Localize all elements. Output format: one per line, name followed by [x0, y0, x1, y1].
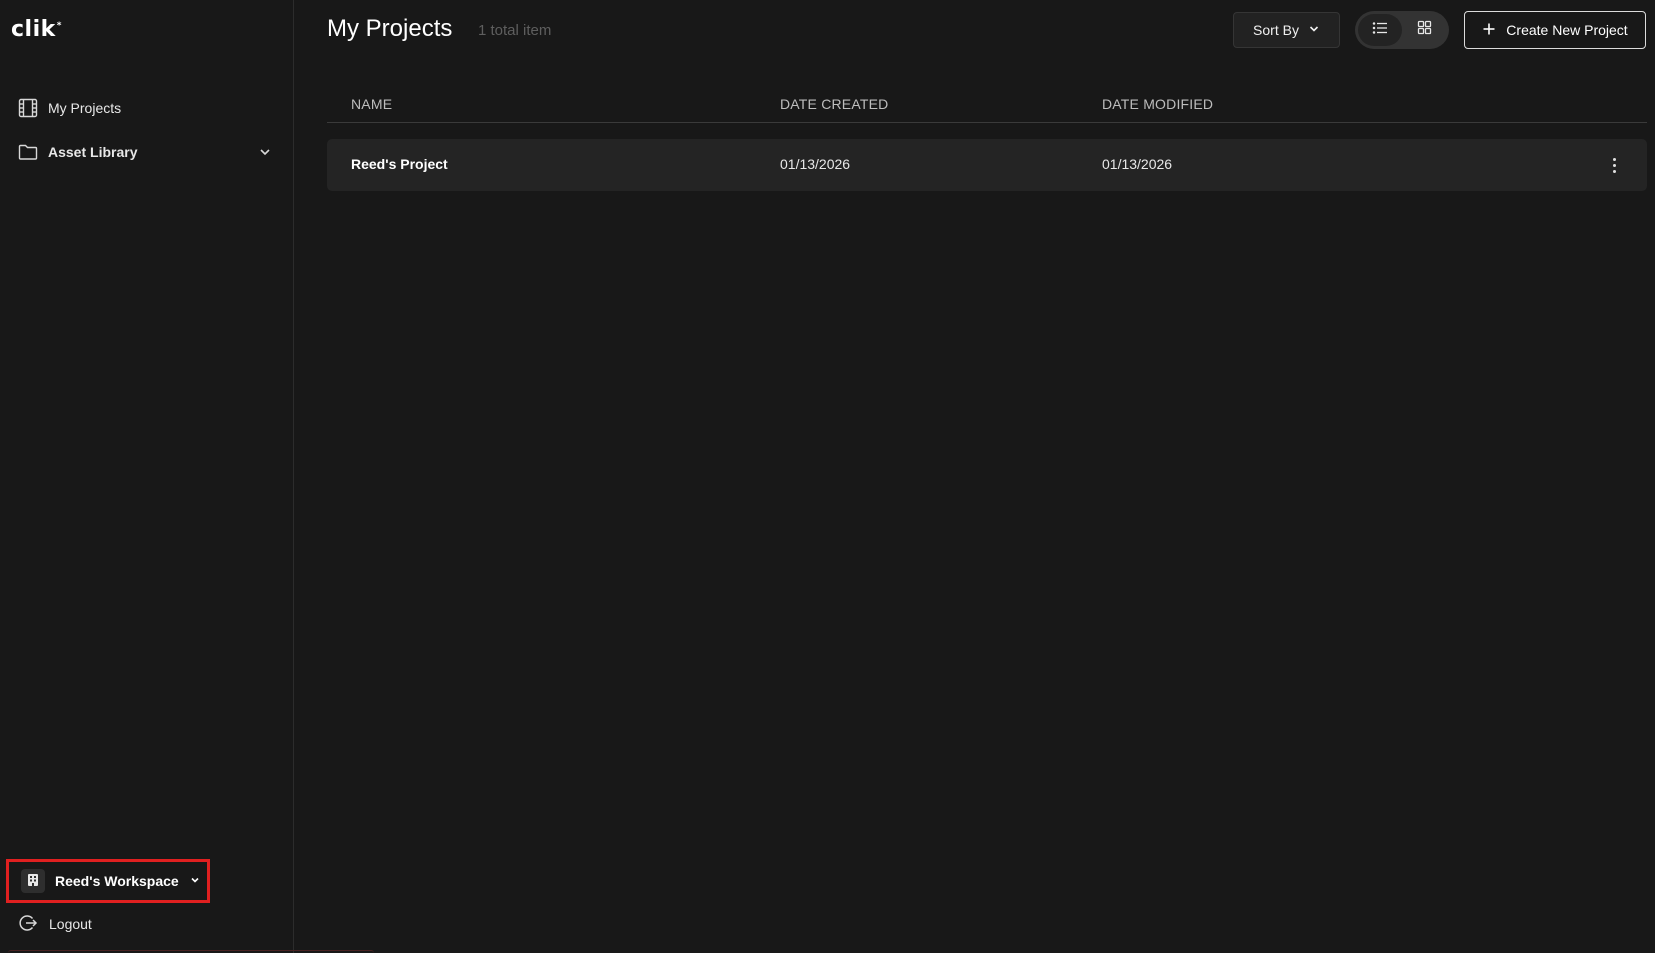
sidebar-item-my-projects[interactable]: My Projects	[18, 94, 121, 122]
logout-button[interactable]: Logout	[18, 910, 92, 938]
folder-icon	[18, 143, 38, 161]
project-name: Reed's Project	[351, 156, 448, 172]
item-count: 1 total item	[478, 22, 552, 39]
sidebar-item-label: Asset Library	[48, 144, 138, 160]
chevron-down-icon	[189, 873, 201, 889]
sort-by-button[interactable]: Sort By	[1233, 12, 1340, 48]
sidebar-item-asset-library[interactable]: Asset Library	[18, 138, 272, 166]
film-icon	[18, 98, 38, 118]
list-icon	[1372, 21, 1388, 40]
sidebar: clik* My Projects Asset Library Reed's W…	[0, 0, 374, 953]
app-window: clik* My Projects Asset Library Reed's W…	[0, 0, 1655, 953]
table-row[interactable]: Reed's Project 01/13/2026 01/13/2026	[327, 139, 1647, 191]
logo-mark: *	[56, 20, 62, 31]
logout-label: Logout	[49, 916, 92, 932]
create-new-project-button[interactable]: Create New Project	[1464, 11, 1646, 49]
column-header-date-created[interactable]: DATE CREATED	[780, 96, 888, 112]
chevron-down-icon[interactable]	[258, 145, 272, 159]
table-header: NAME DATE CREATED DATE MODIFIED	[327, 88, 1647, 123]
plus-icon	[1482, 22, 1496, 39]
grid-icon	[1417, 20, 1432, 40]
chevron-down-icon	[1308, 22, 1320, 38]
page-title: My Projects	[327, 15, 453, 42]
building-icon	[27, 873, 39, 890]
logout-icon	[18, 913, 38, 936]
create-new-project-label: Create New Project	[1506, 22, 1628, 38]
more-options-icon[interactable]	[1607, 153, 1621, 177]
workspace-avatar	[21, 869, 45, 893]
view-toggle	[1355, 11, 1449, 49]
logo[interactable]: clik*	[11, 17, 62, 42]
date-created: 01/13/2026	[780, 156, 851, 172]
sidebar-item-asset-library-content: Asset Library	[18, 143, 137, 161]
sidebar-item-label: My Projects	[48, 100, 122, 116]
workspace-switcher[interactable]: Reed's Workspace	[6, 859, 210, 903]
column-header-name[interactable]: NAME	[351, 96, 392, 112]
grid-view-button[interactable]	[1402, 14, 1446, 46]
logo-text: clik	[11, 17, 56, 42]
sort-by-label: Sort By	[1253, 22, 1299, 38]
date-modified: 01/13/2026	[1102, 156, 1173, 172]
column-header-date-modified[interactable]: DATE MODIFIED	[1102, 96, 1213, 112]
main-content: My Projects 1 total item Sort By Create …	[294, 0, 1655, 953]
list-view-button[interactable]	[1358, 14, 1402, 46]
workspace-label: Reed's Workspace	[55, 873, 179, 889]
